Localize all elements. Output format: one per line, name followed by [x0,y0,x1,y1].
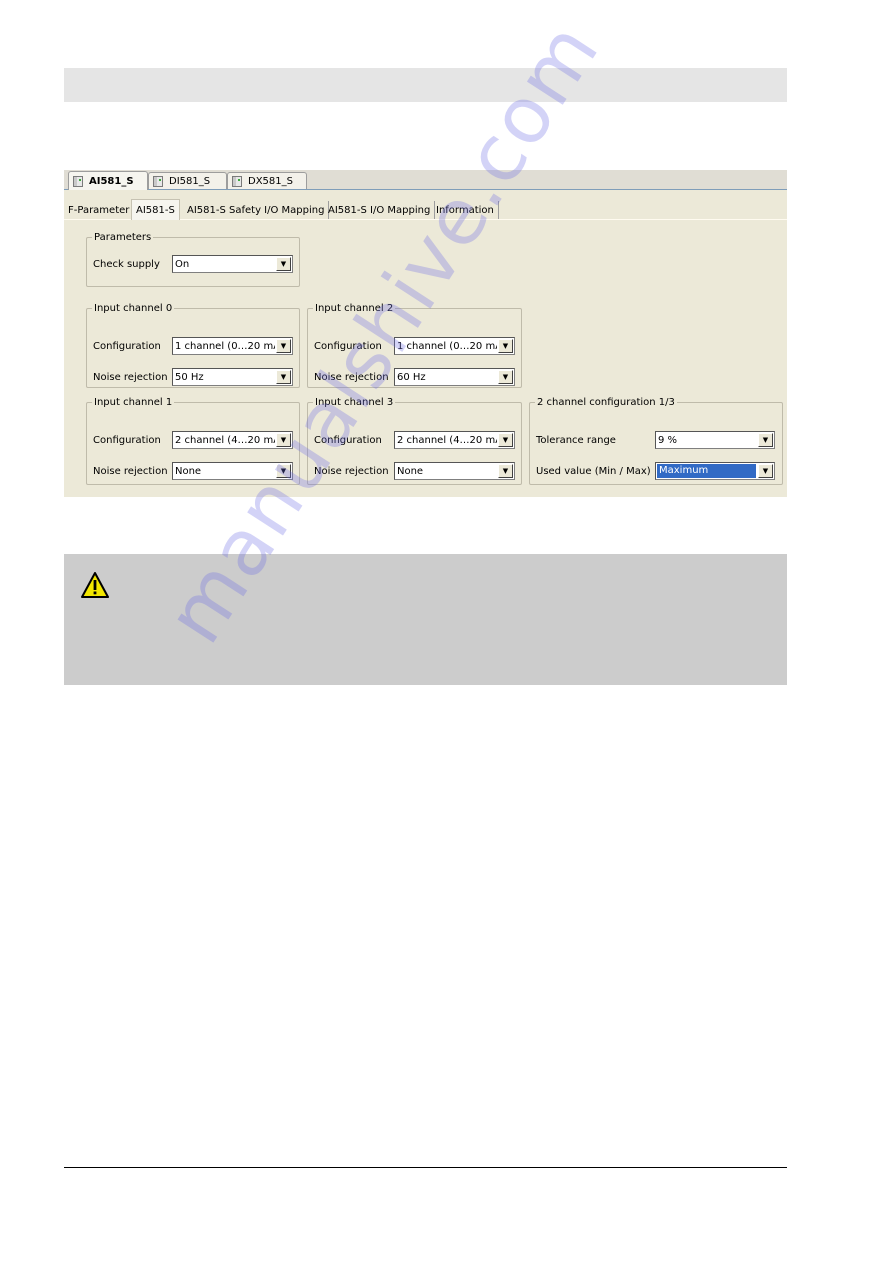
doc-tab-label: AI581_S [89,175,134,187]
field-label: Noise rejection [314,371,389,383]
ch1-configuration-select[interactable]: 2 channel (4…20 mA) ▼ [172,431,293,449]
doc-tab-ai581-s[interactable]: AI581_S [68,171,148,190]
field-label: Noise rejection [93,465,168,477]
chevron-down-icon[interactable]: ▼ [276,257,291,271]
ch3-noise-rejection-select[interactable]: None ▼ [394,462,515,480]
chevron-down-icon[interactable]: ▼ [276,464,291,478]
group-title: Input channel 1 [94,397,173,408]
settings-tab-bar: F-Parameter AI581-S AI581-S Safety I/O M… [64,199,787,220]
field-label: Used value (Min / Max) [536,465,651,477]
used-value-select[interactable]: Maximum ▼ [655,462,775,480]
select-value: None [397,465,424,477]
field-label: Check supply [93,258,160,270]
select-value: 2 channel (4…20 mA) [175,434,275,446]
device-module-icon [153,175,163,187]
device-module-icon [232,175,242,187]
tab-ai581-s-io-mapping[interactable]: AI581-S I/O Mapping [324,201,436,219]
chevron-down-icon[interactable]: ▼ [758,464,773,478]
field-label: Configuration [93,434,161,446]
tolerance-range-select[interactable]: 9 % ▼ [655,431,775,449]
doc-tab-label: DI581_S [169,175,211,187]
field-label: Configuration [314,340,382,352]
ch2-noise-rejection-select[interactable]: 60 Hz ▼ [394,368,515,386]
tab-information[interactable]: Information [432,201,499,219]
input-channel-1-group: Input channel 1 Configuration 2 channel … [86,397,300,485]
input-channel-2-group: Input channel 2 Configuration 1 channel … [307,303,522,388]
doc-tab-dx581-s[interactable]: DX581_S [227,172,307,189]
ch2-configuration-select[interactable]: 1 channel (0…20 mA) ▼ [394,337,515,355]
tab-ai581-s-safety-io-mapping[interactable]: AI581-S Safety I/O Mapping [183,201,330,219]
doc-tab-di581-s[interactable]: DI581_S [148,172,227,189]
select-value: 1 channel (0…20 mA) [175,340,275,352]
select-value: 50 Hz [175,371,204,383]
chevron-down-icon[interactable]: ▼ [498,339,513,353]
ch0-configuration-select[interactable]: 1 channel (0…20 mA) ▼ [172,337,293,355]
chevron-down-icon[interactable]: ▼ [498,433,513,447]
parameters-group: Parameters Check supply On ▼ [86,232,300,287]
doc-tab-label: DX581_S [248,175,293,187]
check-supply-select[interactable]: On ▼ [172,255,293,273]
select-value: 1 channel (0…20 mA) [397,340,497,352]
chevron-down-icon[interactable]: ▼ [498,370,513,384]
footer-divider [64,1167,787,1168]
chevron-down-icon[interactable]: ▼ [758,433,773,447]
select-value: 9 % [658,434,678,446]
ch3-configuration-select[interactable]: 2 channel (4…20 mA) ▼ [394,431,515,449]
input-channel-0-group: Input channel 0 Configuration 1 channel … [86,303,300,388]
group-title: Input channel 0 [94,303,173,314]
warning-triangle-icon [81,572,109,598]
group-title: 2 channel configuration 1/3 [537,397,675,408]
tab-label: F-Parameter [68,204,130,216]
warning-box [64,554,787,685]
tab-label: AI581-S [136,204,175,216]
chevron-down-icon[interactable]: ▼ [276,370,291,384]
field-label: Noise rejection [93,371,168,383]
select-value: Maximum [657,464,756,478]
field-label: Configuration [93,340,161,352]
select-value: On [175,258,190,270]
select-value: 2 channel (4…20 mA) [397,434,497,446]
header-band [64,68,787,102]
select-value: None [175,465,202,477]
device-configuration-window: AI581_S DI581_S DX581_S F-Parameter AI58… [64,170,787,497]
tab-label: AI581-S Safety I/O Mapping [187,204,325,216]
field-label: Noise rejection [314,465,389,477]
ch1-noise-rejection-select[interactable]: None ▼ [172,462,293,480]
select-value: 60 Hz [397,371,426,383]
chevron-down-icon[interactable]: ▼ [276,339,291,353]
group-title: Input channel 3 [315,397,394,408]
tab-label: AI581-S I/O Mapping [328,204,431,216]
field-label: Configuration [314,434,382,446]
tab-f-parameter[interactable]: F-Parameter [64,201,135,219]
field-label: Tolerance range [536,434,616,446]
chevron-down-icon[interactable]: ▼ [498,464,513,478]
tab-ai581-s[interactable]: AI581-S [131,199,180,220]
document-tab-bar: AI581_S DI581_S DX581_S [64,170,787,190]
device-module-icon [73,175,83,187]
chevron-down-icon[interactable]: ▼ [276,433,291,447]
group-title: Parameters [94,232,152,243]
input-channel-3-group: Input channel 3 Configuration 2 channel … [307,397,522,485]
tab-label: Information [436,204,494,216]
two-channel-config-group: 2 channel configuration 1/3 Tolerance ra… [529,397,783,485]
group-title: Input channel 2 [315,303,394,314]
ch0-noise-rejection-select[interactable]: 50 Hz ▼ [172,368,293,386]
